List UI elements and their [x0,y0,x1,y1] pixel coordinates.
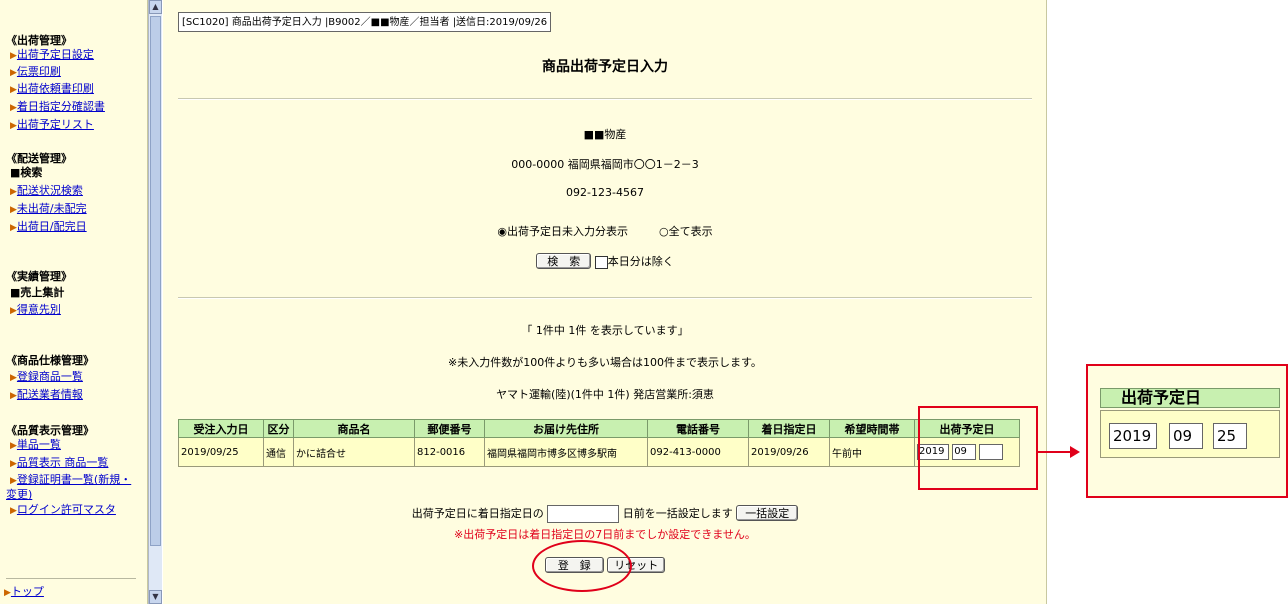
sidebar-item-arrival-confirm[interactable]: ▶着日指定分確認書 [10,100,105,115]
table-row: 2019/09/25 通信 かに詰合せ 812-0016 福岡県福岡市博多区博多… [178,437,1020,467]
cell-zip: 812-0016 [414,437,485,467]
sidebar-divider [6,578,136,579]
cell-phone: 092-413-0000 [647,437,749,467]
highlight-box [918,406,1038,490]
bulk-suffix: 日前を一括設定します [622,507,733,520]
filter-radios: ◉出荷予定日未入力分表示 ○全て表示 [163,223,1047,239]
company-name: ■■物産 [583,128,627,141]
scroll-up-icon[interactable]: ▲ [149,0,162,14]
sidebar-item-ship-list[interactable]: ▶出荷予定リスト [10,118,94,133]
divider-top [178,98,1032,100]
col-arrival: 着日指定日 [748,419,830,438]
triangle-icon: ▶ [10,68,17,78]
page-title: 商品出荷予定日入力 [542,59,668,75]
col-phone: 電話番号 [647,419,749,438]
triangle-icon: ▶ [10,223,17,233]
radio-unentered-label[interactable]: 出荷予定日未入力分表示 [507,225,628,238]
cell-order-date: 2019/09/25 [178,437,264,467]
cell-product: かに詰合せ [293,437,415,467]
sidebar-item-ship-date-setting[interactable]: ▶出荷予定日設定 [10,48,94,63]
triangle-icon: ▶ [10,121,17,131]
section-title-results: 《実績管理》 [6,270,72,283]
bulk-set-row: 出荷予定日に着日指定日の 日前を一括設定します 一括設定 [163,505,1047,523]
sidebar-item-delivery-status[interactable]: ▶配送状況検索 [10,184,83,199]
col-order-date: 受注入力日 [178,419,264,438]
sidebar-item-certificates[interactable]: ▶登録証明書一覧(新規・変更) [6,473,138,502]
col-address: お届け先住所 [484,419,648,438]
zoom-header: 出荷予定日 [1100,388,1280,408]
zoom-year: 2019 [1109,423,1157,449]
search-button[interactable]: 検 索 [536,253,592,269]
radio-all-label[interactable]: 全て表示 [669,225,713,238]
cell-time: 午前中 [829,437,915,467]
section-title-product-spec: 《商品仕様管理》 [6,354,94,367]
triangle-icon: ▶ [10,51,17,61]
zoom-callout: 出荷予定日 2019 09 25 [1086,364,1288,498]
col-zip: 郵便番号 [414,419,485,438]
triangle-icon: ▶ [10,506,17,516]
cell-type: 通信 [263,437,294,467]
sidebar-subheader-sales: ■売上集計 [10,286,65,299]
breadcrumb: [SC1020] 商品出荷予定日入力 |B9002／■■物産／担当者 |送信日:… [178,12,552,32]
exclude-today-checkbox[interactable] [594,255,608,269]
triangle-icon: ▶ [10,85,17,95]
triangle-icon: ▶ [10,205,17,215]
sidebar-item-ship-date[interactable]: ▶出荷日/配完日 [10,220,87,235]
company-address: 000-0000 福岡県福岡市〇〇1－2－3 [511,158,699,171]
section-title-quality: 《品質表示管理》 [6,424,94,437]
bulk-warning: ※出荷予定日は着日指定日の7日前までしか設定できません。 [454,528,756,541]
sidebar-scrollbar[interactable]: ▲ ▼ [148,0,162,604]
cell-address: 福岡県福岡市博多区博多駅南 [484,437,648,467]
triangle-icon: ▶ [10,187,17,197]
sidebar-subheader-search: ■検索 [10,166,43,179]
zoom-month: 09 [1169,423,1203,449]
triangle-icon: ▶ [10,373,17,383]
triangle-icon: ▶ [10,459,17,469]
arrow-right-icon [1070,446,1080,458]
bulk-prefix: 出荷予定日に着日指定日の [411,507,544,520]
col-product: 商品名 [293,419,415,438]
triangle-icon: ▶ [10,103,17,113]
sidebar-item-registered-products[interactable]: ▶登録商品一覧 [10,370,83,385]
triangle-icon: ▶ [10,476,17,486]
sidebar-item-unshipped[interactable]: ▶未出荷/未配完 [10,202,87,217]
limit-note: ※未入力件数が100件よりも多い場合は100件まで表示します。 [448,356,762,369]
bulk-set-button[interactable]: 一括設定 [736,505,799,521]
exclude-today-label[interactable]: 本日分は除く [608,255,674,268]
triangle-icon: ▶ [10,441,17,451]
radio-unentered[interactable]: ◉ [497,225,507,238]
section-title-delivery: 《配送管理》 [6,152,72,165]
sidebar: 《出荷管理》 ▶出荷予定日設定 ▶伝票印刷 ▶出荷依頼書印刷 ▶着日指定分確認書… [0,0,148,604]
sidebar-item-carrier-info[interactable]: ▶配送業者情報 [10,388,83,403]
sidebar-item-single-list[interactable]: ▶単品一覧 [10,438,61,453]
table-header-row: 受注入力日 区分 商品名 郵便番号 お届け先住所 電話番号 着日指定日 希望時間… [178,419,1020,438]
scroll-down-icon[interactable]: ▼ [149,590,162,604]
sidebar-item-top[interactable]: ▶トップ [4,585,44,600]
sidebar-item-request-print[interactable]: ▶出荷依頼書印刷 [10,82,94,97]
sidebar-item-by-customer[interactable]: ▶得意先別 [10,303,61,318]
highlight-circle [532,540,632,592]
radio-all[interactable]: ○ [659,225,669,238]
col-time: 希望時間帯 [829,419,915,438]
triangle-icon: ▶ [4,588,11,598]
sidebar-item-login-master[interactable]: ▶ログイン許可マスタ [10,503,116,518]
search-row: 検 索 本日分は除く [163,253,1047,269]
triangle-icon: ▶ [10,391,17,401]
col-type: 区分 [263,419,294,438]
bulk-days-input[interactable] [547,505,620,523]
zoom-day: 25 [1213,423,1247,449]
result-count: 「 1件中 1件 を表示しています」 [521,324,689,337]
divider-middle [178,297,1032,299]
arrow-line [1038,451,1072,453]
cell-arrival: 2019/09/26 [748,437,830,467]
sidebar-item-quality-products[interactable]: ▶品質表示 商品一覧 [10,456,108,471]
shipment-table: 受注入力日 区分 商品名 郵便番号 お届け先住所 電話番号 着日指定日 希望時間… [178,419,1020,467]
triangle-icon: ▶ [10,306,17,316]
carrier-line: ヤマト運輸(陸)(1件中 1件) 発店営業所:須恵 [496,388,714,401]
scroll-thumb[interactable] [150,16,161,546]
company-phone: 092-123-4567 [566,186,644,199]
sidebar-item-slip-print[interactable]: ▶伝票印刷 [10,65,61,80]
zoom-cell: 2019 09 25 [1100,410,1280,458]
section-title-shipping: 《出荷管理》 [6,34,72,47]
